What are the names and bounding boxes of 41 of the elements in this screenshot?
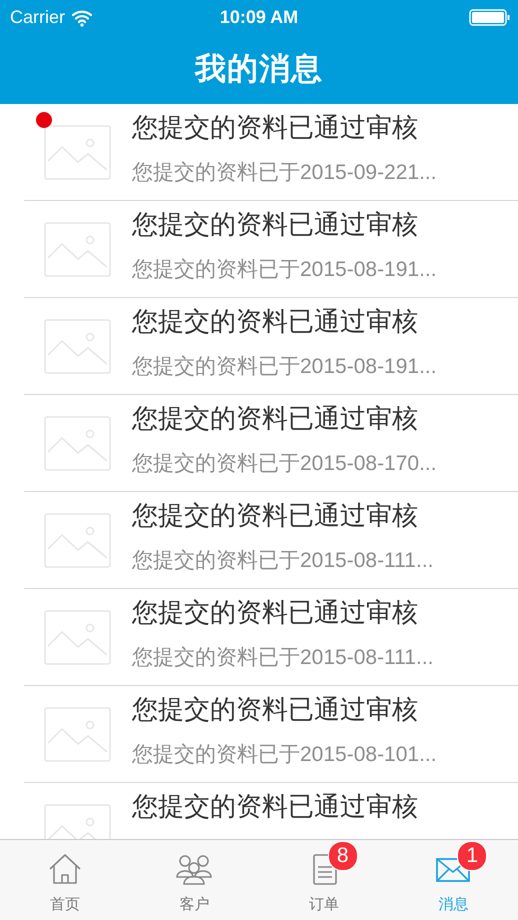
message-title: 您提交的资料已通过审核 xyxy=(132,791,418,824)
message-row[interactable]: 您提交的资料已通过审核 您提交的资料已于2015-08-111... xyxy=(24,492,518,589)
message-row[interactable]: 您提交的资料已通过审核 您提交的资料已于2015-08-111... xyxy=(24,589,518,686)
message-title: 您提交的资料已通过审核 xyxy=(132,112,419,145)
battery-icon xyxy=(469,8,510,26)
message-preview: 您提交的资料已于2015-08-170... xyxy=(132,451,437,477)
message-title: 您提交的资料已通过审核 xyxy=(132,403,419,436)
image-placeholder-icon xyxy=(44,513,111,568)
clock-time: 10:09 AM xyxy=(220,6,298,26)
wifi-icon xyxy=(71,8,94,26)
message-title: 您提交的资料已通过审核 xyxy=(132,209,419,242)
carrier-label: Carrier xyxy=(10,6,66,28)
message-row[interactable]: 您提交的资料已通过审核 您提交的资料已于2015-08-191... xyxy=(24,298,518,395)
house-icon xyxy=(46,852,83,886)
message-title: 您提交的资料已通过审核 xyxy=(132,306,419,339)
image-placeholder-icon xyxy=(44,125,111,180)
tab-item[interactable]: 客户 xyxy=(130,840,259,920)
message-preview: 您提交的资料已于2015-08-111... xyxy=(132,645,434,671)
message-preview: 您提交的资料已于2015-08-191... xyxy=(132,354,437,380)
image-placeholder-icon xyxy=(44,319,111,374)
tab-item[interactable]: 首页 xyxy=(0,840,130,920)
image-placeholder-icon xyxy=(44,707,111,762)
message-title: 您提交的资料已通过审核 xyxy=(132,500,419,533)
count-badge: 1 xyxy=(457,841,488,871)
image-placeholder-icon xyxy=(44,416,111,471)
screen-title: 我的消息 xyxy=(195,50,323,89)
message-row[interactable]: 您提交的资料已通过审核 您提交的资料已于2015-08-101... xyxy=(24,686,518,783)
tab-item[interactable]: 1 消息 xyxy=(388,840,518,920)
message-title: 您提交的资料已通过审核 xyxy=(132,597,419,630)
message-preview: 您提交的资料已于2015-08-191... xyxy=(132,257,437,283)
tab-item[interactable]: 8 订单 xyxy=(259,840,388,920)
message-row[interactable]: 您提交的资料已通过审核 您提交的资料已于2015-08-191... xyxy=(24,201,518,298)
image-placeholder-icon xyxy=(44,610,111,665)
message-preview: 您提交的资料已于2015-08-101... xyxy=(132,742,437,768)
image-placeholder-icon xyxy=(44,222,111,277)
message-title: 您提交的资料已通过审核 xyxy=(132,694,419,727)
message-preview: 您提交的资料已于2015-08-111... xyxy=(132,548,434,574)
count-badge: 8 xyxy=(328,841,358,871)
message-row[interactable]: 您提交的资料已通过审核 您提交的资料已于2015-09-221... xyxy=(24,104,518,201)
message-row[interactable]: 您提交的资料已通过审核 您提交的资料已于2015-08-170... xyxy=(24,395,518,492)
message-preview: 您提交的资料已于2015-09-221... xyxy=(132,160,437,186)
